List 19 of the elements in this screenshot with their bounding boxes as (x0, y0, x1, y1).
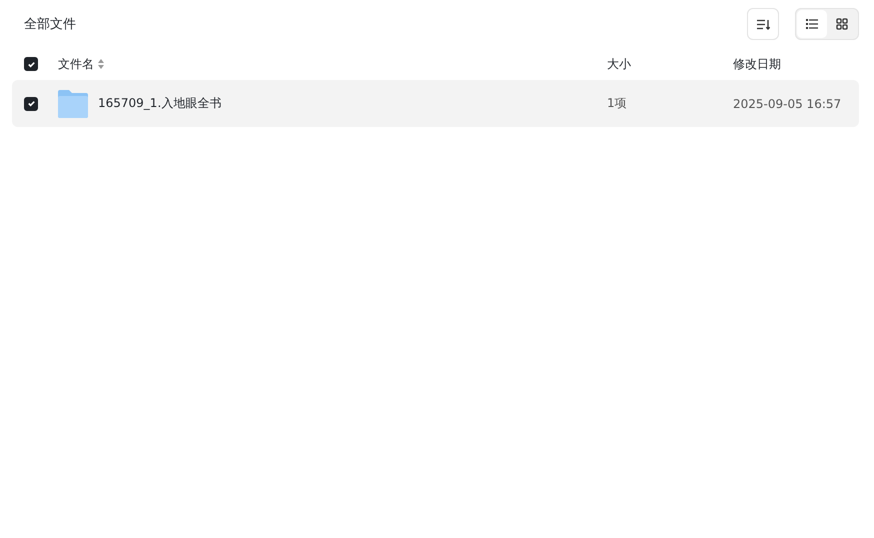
checkmark-icon (26, 60, 36, 68)
file-row[interactable]: 165709_1.入地眼全书 1项 2025-09-05 16:57 (12, 80, 859, 127)
list-icon (806, 19, 818, 29)
checkbox[interactable] (24, 96, 38, 110)
grid-icon (836, 18, 848, 30)
file-size: 1项 (607, 95, 628, 112)
view-toggle[interactable] (797, 10, 827, 38)
column-header[interactable]: 文件名 (58, 56, 94, 72)
modified-date: 2025-09-05 16:57 (733, 96, 842, 110)
breadcrumb-title: 全部文件 (24, 16, 76, 33)
sort-icon[interactable] (98, 59, 104, 69)
file-name: 165709_1.入地眼全书 (98, 95, 222, 112)
sort-icon (756, 18, 770, 30)
checkmark-icon (26, 99, 36, 108)
sort-button[interactable] (747, 8, 779, 40)
column-header: 修改日期 (733, 56, 782, 72)
folder-icon (58, 90, 88, 118)
column-header: 大小 (607, 56, 632, 72)
checkbox[interactable] (24, 57, 38, 71)
